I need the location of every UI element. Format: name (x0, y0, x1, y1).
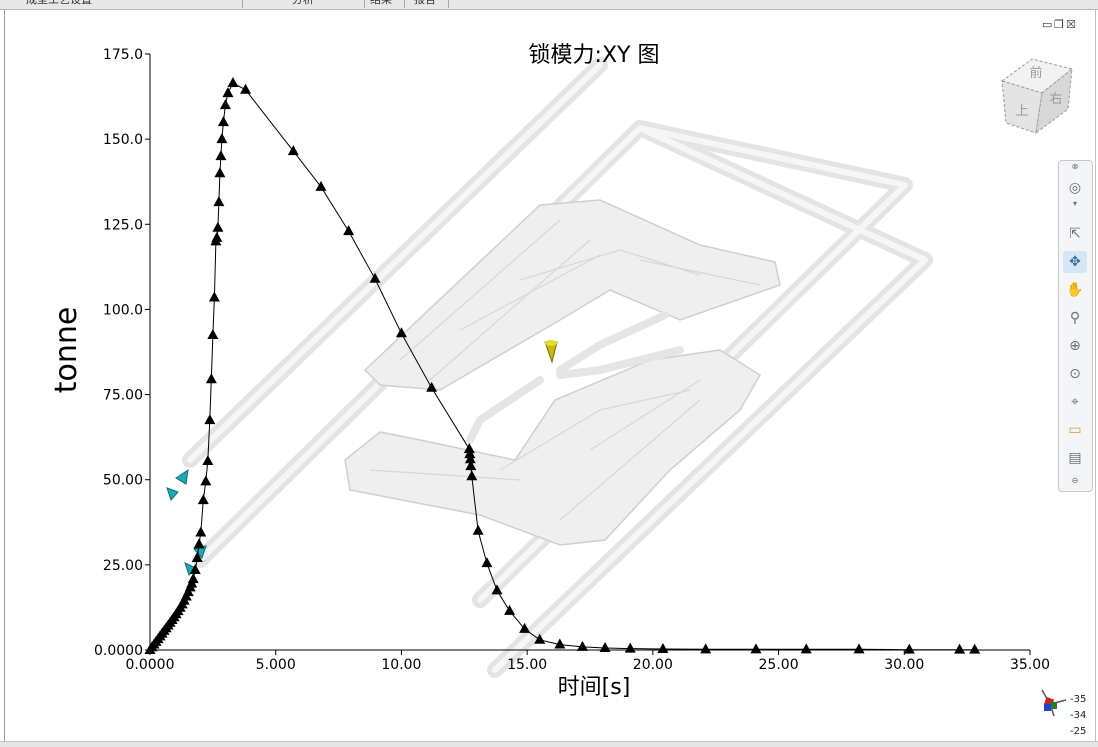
data-point (472, 524, 484, 535)
measure-icon[interactable]: ▭ (1063, 419, 1087, 441)
data-point (969, 643, 981, 654)
zoom-extents-icon[interactable]: ⊙ (1063, 363, 1087, 385)
x-tick-label: 30.00 (884, 657, 924, 673)
x-tick-label: 5.000 (256, 657, 296, 673)
select-icon[interactable]: ⇱ (1063, 223, 1087, 245)
data-point (657, 642, 669, 653)
x-tick-label: 35.00 (1010, 657, 1050, 673)
data-point (343, 225, 355, 236)
mold-model (182, 57, 933, 678)
cube-face-right[interactable]: 右 (1049, 92, 1062, 107)
x-tick-label: 10.00 (381, 657, 421, 673)
status-strip (0, 741, 1098, 747)
chevron-down-icon[interactable]: ▾ (1063, 199, 1087, 209)
data-point (195, 526, 207, 537)
data-point (219, 99, 231, 110)
expand-icon[interactable]: ⊖ (1063, 477, 1087, 485)
x-tick-label: 15.00 (507, 657, 547, 673)
section-icon[interactable]: ▤ (1063, 447, 1087, 469)
data-point (215, 150, 227, 161)
y-tick-label: 75.00 (103, 388, 143, 404)
x-tick-label: 25.00 (759, 657, 799, 673)
data-point (205, 373, 217, 384)
data-point (700, 643, 712, 654)
close-icon[interactable]: ⊗ (1063, 163, 1087, 171)
data-point (624, 642, 636, 653)
data-point (227, 76, 239, 87)
data-point (213, 196, 225, 207)
steering-wheel-icon[interactable]: ◎ (1063, 177, 1087, 199)
data-point (216, 133, 228, 144)
data-point (240, 83, 252, 94)
data-point (954, 643, 966, 654)
center-icon[interactable]: ⌖ (1063, 391, 1087, 413)
chart-title: 锁模力:XY 图 (529, 43, 660, 68)
zoom-window-icon[interactable]: ⊕ (1063, 335, 1087, 357)
pan-icon[interactable]: ✋ (1063, 279, 1087, 301)
cube-face-front[interactable]: 上 (1015, 104, 1028, 119)
data-point (217, 116, 229, 127)
orbit-icon[interactable]: ✥ (1063, 251, 1087, 273)
cube-face-top[interactable]: 前 (1029, 65, 1042, 81)
y-tick-label: 50.00 (103, 473, 143, 489)
data-point (207, 328, 219, 339)
data-point (193, 538, 205, 549)
data-point (212, 221, 224, 232)
y-axis-label: tonne (49, 307, 84, 394)
x-tick-label: 0.0000 (126, 657, 175, 673)
data-point (599, 641, 611, 652)
x-tick-label: 20.00 (633, 657, 673, 673)
y-tick-label: 125.0 (103, 217, 143, 233)
xy-plot[interactable]: 0.0000 25.00 50.00 75.00 100.0 125.0 150.0 175.… (0, 0, 1098, 746)
data-point (800, 643, 812, 654)
data-point (504, 604, 516, 615)
y-tick-labels: 0.000025.0050.0075.00100.0125.0150.0175.… (94, 47, 150, 659)
data-point (204, 414, 216, 425)
data-point (853, 643, 865, 654)
data-point (750, 643, 762, 654)
view-cube[interactable]: 前 上 右 (996, 53, 1078, 135)
data-point (903, 643, 915, 654)
data-point (214, 167, 226, 178)
zoom-icon[interactable]: ⚲ (1063, 307, 1087, 329)
x-axis-label: 时间[s] (558, 675, 631, 700)
y-tick-label: 25.00 (103, 558, 143, 574)
data-point (211, 231, 223, 242)
triad-value: -35 (1070, 694, 1087, 705)
triad-value: -34 (1070, 710, 1087, 721)
y-tick-label: 100.0 (103, 302, 143, 318)
triad-value: -25 (1070, 726, 1087, 737)
y-tick-label: 175.0 (103, 47, 143, 63)
data-point (222, 87, 234, 98)
y-tick-label: 150.0 (103, 132, 143, 148)
data-point (481, 557, 493, 568)
triad-values: -35 -34 -25 (1070, 692, 1086, 740)
data-point (200, 475, 212, 486)
data-point (197, 494, 209, 505)
data-point (208, 291, 220, 302)
data-point (576, 640, 588, 651)
navigation-bar: ⊗ ◎ ▾ ⇱ ✥ ✋ ⚲ ⊕ ⊙ ⌖ ▭ ▤ ⊖ (1058, 160, 1093, 492)
axis-triad-icon (1041, 689, 1067, 717)
gate-cone-icon (544, 340, 558, 364)
